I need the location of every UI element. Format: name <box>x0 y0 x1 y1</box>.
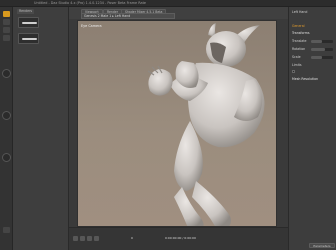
timeline-bar: 0 0:00:00:00 / 0:00:00 <box>69 227 288 250</box>
rotation-slider[interactable] <box>311 48 333 51</box>
render-thumbnail[interactable] <box>18 33 39 44</box>
current-frame[interactable]: 0 <box>131 236 133 241</box>
left-toolbar <box>0 7 13 250</box>
orbit-knob-icon[interactable] <box>2 69 11 78</box>
param-translate[interactable]: Translate <box>292 39 306 43</box>
section-mesh-resolution[interactable]: Mesh Resolution <box>292 77 318 81</box>
param-limits[interactable]: Limits <box>292 63 302 67</box>
figure-render <box>147 23 265 226</box>
selected-node-label: Left Hand <box>292 10 308 14</box>
parameters-panel: Left Hand General Transforms Translate R… <box>288 7 336 250</box>
window-title: Untitled - Daz Studio 4.x (Pro) 1.4.0.12… <box>34 1 146 5</box>
play-icon[interactable] <box>87 236 92 241</box>
param-rotation[interactable]: Rotation <box>292 47 305 51</box>
scene-breadcrumb[interactable]: Genesis 2 Male 1 ▸ Left Hand <box>81 13 175 19</box>
next-frame-icon[interactable] <box>94 236 99 241</box>
render-thumbnail[interactable] <box>18 17 39 28</box>
window-titlebar: Untitled - Daz Studio 4.x (Pro) 1.4.0.12… <box>0 0 336 7</box>
section-general[interactable]: General <box>292 24 305 28</box>
zoom-knob-icon[interactable] <box>2 153 11 162</box>
section-transforms[interactable]: Transforms <box>292 31 310 35</box>
limits-checkbox[interactable] <box>292 70 295 73</box>
scale-slider[interactable] <box>311 56 333 59</box>
first-frame-icon[interactable] <box>73 236 78 241</box>
universal-tool-icon[interactable] <box>3 19 10 25</box>
3d-viewport[interactable]: Eye Camera <box>77 20 277 227</box>
extra-tool-icon[interactable] <box>3 227 10 233</box>
parameters-button[interactable]: Parameters <box>309 243 335 248</box>
breadcrumb-label: Genesis 2 Male 1 ▸ Left Hand <box>84 14 131 18</box>
posing-tool-icon[interactable] <box>3 11 10 17</box>
time-readout: 0:00:00:00 / 0:00:00 <box>165 236 196 240</box>
param-scale[interactable]: Scale <box>292 55 301 59</box>
pan-knob-icon[interactable] <box>2 111 11 120</box>
translate-slider[interactable] <box>311 40 333 43</box>
left-panel: Renders <box>13 7 69 250</box>
rotate-tool-icon[interactable] <box>3 27 10 33</box>
previous-frame-icon[interactable] <box>80 236 85 241</box>
tab-renders[interactable]: Renders <box>17 9 35 14</box>
scale-tool-icon[interactable] <box>3 35 10 41</box>
